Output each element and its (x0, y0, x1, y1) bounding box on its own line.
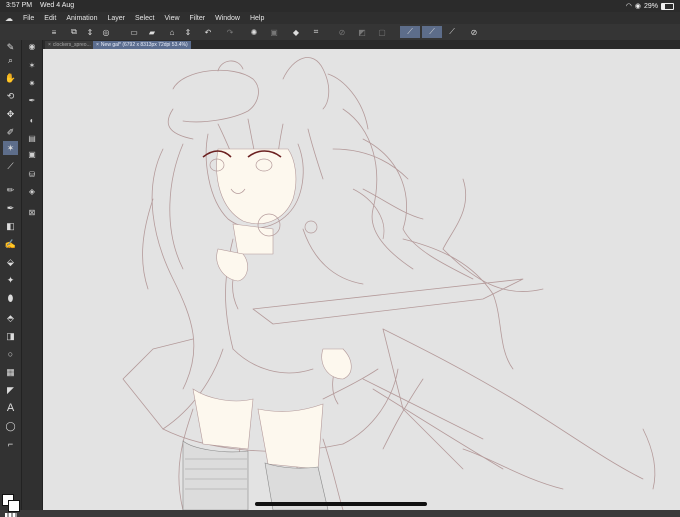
tab-label: clockers_spreo... (52, 42, 91, 48)
gradient-icon[interactable]: ◨ (3, 329, 18, 343)
subtool-palette: ◉ ✶ ✷ ✒ ◐ ▤ ▣ ⛁ ◈ ⊠ (22, 40, 43, 510)
canvas-artwork[interactable] (43, 49, 680, 510)
fill-icon[interactable]: ⬙ (3, 255, 18, 269)
text-icon[interactable]: A (3, 401, 18, 415)
menu-bar: ☁ File Edit Animation Layer Select View … (0, 12, 680, 24)
menu-animation[interactable]: Animation (61, 15, 102, 22)
brush-icon[interactable]: ✒ (3, 201, 18, 215)
drawing-canvas[interactable] (43, 49, 680, 510)
fill-icon[interactable]: ◩ (356, 26, 368, 38)
sparkle-icon[interactable]: ✦ (3, 273, 18, 287)
wand-icon[interactable]: ✶ (25, 59, 39, 72)
close-icon[interactable]: × (48, 42, 51, 48)
menu-layer[interactable]: Layer (102, 15, 130, 22)
pen-nib-icon[interactable]: ✒ (25, 94, 39, 107)
location-icon: ◉ (634, 3, 641, 10)
shape-icon[interactable]: ○ (3, 347, 18, 361)
tab-label: New gal* (6792 x 8313px 72dpi 53.4%) (100, 42, 188, 48)
clear-icon[interactable]: ⊘ (336, 26, 348, 38)
tab-document-2[interactable]: × New gal* (6792 x 8313px 72dpi 53.4%) (93, 41, 191, 49)
up-down-arrows-icon[interactable]: ⇕ (84, 26, 96, 38)
wifi-icon: ◠ (625, 3, 632, 10)
magic-wand-icon[interactable]: ✶ (3, 141, 18, 155)
move-icon[interactable]: ✥ (3, 107, 18, 121)
document-tab-bar: × clockers_spreo... × New gal* (6792 x 8… (43, 40, 680, 49)
transparent-color[interactable] (5, 513, 17, 517)
close-icon[interactable]: × (96, 42, 99, 48)
command-bar: ≡ ⧉ ⇕ ◎ ▭ ▰ ⌂ ⇕ ↶ ↷ ✺ ▣ ◆ ⌗ ⊘ ◩ ▢ ⟋ ⟋ ⟋ … (0, 24, 680, 41)
navigator-icon[interactable]: ◉ (25, 40, 39, 53)
pen-icon[interactable]: ✐ (3, 125, 18, 139)
rotate-lasso-icon[interactable]: ✺ (248, 26, 260, 38)
menu-select[interactable]: Select (130, 15, 159, 22)
status-date: Wed 4 Aug (40, 2, 75, 9)
status-time: 3:57 PM (6, 2, 33, 9)
bucket-icon[interactable]: ⬘ (3, 311, 18, 325)
wand-2-icon[interactable]: ✷ (25, 77, 39, 90)
magnifier-icon[interactable]: ⌕ (3, 53, 18, 67)
eyedropper-icon[interactable]: ⟋ (3, 159, 18, 173)
new-file-icon[interactable]: ▭ (128, 26, 140, 38)
balloon-icon[interactable]: ◯ (3, 419, 18, 433)
frame-icon[interactable]: ▦ (3, 365, 18, 379)
battery-percent: 29% (643, 2, 658, 10)
blend-icon[interactable]: ✍ (3, 237, 18, 251)
menu-filter[interactable]: Filter (185, 15, 211, 22)
menu-view[interactable]: View (159, 15, 184, 22)
undo-icon[interactable]: ↶ (202, 26, 214, 38)
crop-icon[interactable]: ⌗ (310, 26, 322, 38)
snap-icon[interactable]: ⟋ (422, 26, 442, 38)
layers-icon[interactable]: ⛁ (25, 168, 39, 181)
battery-icon (661, 2, 674, 10)
menu-help[interactable]: Help (245, 15, 269, 22)
reference-icon[interactable]: ◎ (100, 26, 112, 38)
stack-icon[interactable]: ◈ (25, 185, 39, 198)
hand-icon[interactable]: ✋ (3, 71, 18, 85)
tab-document-1[interactable]: × clockers_spreo... (45, 41, 94, 49)
status-bar: 3:57 PM Wed 4 Aug ◠ ◉ 29% (0, 0, 680, 12)
image-icon[interactable]: ▤ (25, 132, 39, 145)
eraser-icon[interactable]: ◧ (3, 219, 18, 233)
up-down-arrows-icon-2[interactable]: ⇕ (182, 26, 194, 38)
fill-bucket-icon[interactable]: ◆ (290, 26, 302, 38)
redo-icon[interactable]: ↷ (224, 26, 236, 38)
image-2-icon[interactable]: ▣ (25, 148, 39, 161)
home-indicator (255, 502, 427, 506)
menu-file[interactable]: File (18, 15, 39, 22)
quick-access-icon[interactable]: ✎ (3, 40, 18, 54)
material-icon[interactable]: ⊠ (25, 206, 39, 219)
menu-window[interactable]: Window (210, 15, 245, 22)
ruler-tool-icon[interactable]: ◤ (3, 383, 18, 397)
sub-color[interactable] (8, 500, 20, 512)
color-swatch[interactable] (2, 494, 20, 517)
stabilizer-icon[interactable]: ⟋ (400, 26, 420, 38)
tool-palette: ✎ ⌕ ✋ ⟲ ✥ ✐ ✶ ⟋ ✏ ✒ ◧ ✍ ⬙ ✦ ⬮ ⬘ ◨ ○ ▦ ◤ … (0, 40, 22, 517)
lines-icon[interactable]: ⌐ (3, 437, 18, 451)
drop-icon[interactable]: ⬮ (3, 291, 18, 305)
circle-icon[interactable]: ◐ (25, 114, 39, 127)
ruler-icon[interactable]: ⟋ (446, 26, 458, 38)
save-icon[interactable]: ⌂ (166, 26, 178, 38)
rotate-icon[interactable]: ⟲ (3, 89, 18, 103)
invert-icon[interactable]: ▢ (376, 26, 388, 38)
clip-studio-icon[interactable]: ☁ (0, 14, 18, 23)
open-folder-icon[interactable]: ▰ (146, 26, 158, 38)
menu-icon[interactable]: ≡ (48, 26, 60, 38)
layer-property-icon[interactable]: ⧉ (68, 26, 80, 38)
transform-icon[interactable]: ▣ (268, 26, 280, 38)
pencil-icon[interactable]: ✏ (3, 183, 18, 197)
settings-icon[interactable]: ⊘ (468, 26, 480, 38)
menu-edit[interactable]: Edit (39, 15, 61, 22)
